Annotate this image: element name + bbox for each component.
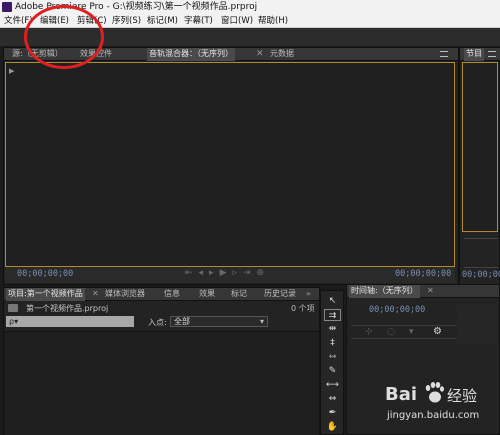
watermark-brand: Bai: [385, 384, 418, 405]
menu-window[interactable]: 窗口(W): [221, 14, 253, 28]
premiere-app-icon: [2, 2, 12, 12]
project-close-icon[interactable]: ✕: [90, 288, 101, 301]
project-tab-bar: 项目:第一个视频作品 ✕ 媒体浏览器 信息 效果 标记 历史记录 »: [4, 288, 319, 301]
timeline-ruler[interactable]: [457, 305, 497, 345]
close-icon[interactable]: ✕: [254, 48, 266, 61]
in-point-label: 入点:: [148, 318, 167, 327]
tools-panel: ↖ ⇉ ⇹ ‡ ⇿ ✎ ⟷ ⇔ ✒ ✋: [320, 290, 344, 435]
source-timecode-right[interactable]: 00;00;00;00: [395, 269, 451, 279]
track-select-tool-icon[interactable]: ⇉: [324, 309, 341, 321]
watermark-brand2: 经验: [447, 387, 478, 405]
watermark-url: jingyan.baidu.com: [387, 410, 480, 421]
marker-icon[interactable]: ▾: [409, 327, 414, 337]
folder-icon: [8, 304, 18, 312]
highlight-circle-annotation: [24, 5, 104, 69]
tab-effects[interactable]: 效果: [197, 288, 217, 301]
program-tab-bar: 节目: [460, 48, 500, 61]
transport-controls-icon[interactable]: ⇤◂▸▶▹⇥⊕: [185, 268, 270, 278]
paw-icon: [424, 382, 444, 404]
monitor-viewport: ▶: [5, 62, 455, 267]
tab-program[interactable]: 节目: [464, 48, 484, 61]
timeline-close-icon[interactable]: ✕: [425, 285, 436, 298]
overflow-icon[interactable]: »: [304, 288, 313, 301]
menu-marker[interactable]: 标记(M): [147, 14, 178, 28]
tab-metadata[interactable]: 元数据: [268, 48, 296, 61]
monitor-controls: 00;00;00;00 ⇤◂▸▶▹⇥⊕ 00;00;00;00: [5, 267, 455, 283]
source-timecode-left[interactable]: 00;00;00;00: [17, 269, 73, 279]
tab-audio-mixer[interactable]: 音轨混合器：（无序列）: [147, 48, 235, 61]
search-input[interactable]: ρ▾: [6, 316, 134, 327]
tab-info[interactable]: 信息: [162, 288, 182, 301]
project-panel: 项目:第一个视频作品 ✕ 媒体浏览器 信息 效果 标记 历史记录 » 第一个视频…: [3, 287, 320, 435]
ripple-edit-tool-icon[interactable]: ⇹: [324, 323, 341, 335]
tab-timeline[interactable]: 时间轴:（无序列）: [349, 285, 420, 298]
menu-sequence[interactable]: 序列(S): [112, 14, 141, 28]
play-triangle-icon[interactable]: ▶: [9, 67, 14, 75]
project-bin-area[interactable]: [4, 331, 319, 435]
baidu-jingyan-watermark: Bai 经验 jingyan.baidu.com: [385, 382, 497, 432]
item-count: 0 个项: [291, 304, 315, 313]
panel-menu-icon[interactable]: [440, 51, 448, 57]
pen-tool-icon[interactable]: ✒: [324, 407, 341, 419]
rate-stretch-tool-icon[interactable]: ⇿: [324, 351, 341, 363]
project-file-name: 第一个视频作品.prproj: [26, 304, 109, 313]
program-timecode[interactable]: 00;00;00;00: [462, 270, 500, 280]
rolling-edit-tool-icon[interactable]: ‡: [324, 337, 341, 349]
chevron-down-icon: ▾: [259, 317, 264, 326]
tab-history[interactable]: 历史记录: [262, 288, 298, 301]
in-point-value: 全部: [174, 317, 190, 326]
snap-icon[interactable]: ⊹: [365, 327, 373, 337]
program-panel-menu-icon[interactable]: [488, 51, 496, 57]
program-viewport: [462, 62, 498, 232]
menu-help[interactable]: 帮助(H): [258, 14, 288, 28]
slip-tool-icon[interactable]: ⟷: [324, 379, 341, 391]
menu-title[interactable]: 字幕(T): [184, 14, 213, 28]
razor-tool-icon[interactable]: ✎: [324, 365, 341, 377]
tab-markers[interactable]: 标记: [229, 288, 249, 301]
selection-tool-icon[interactable]: ↖: [324, 295, 341, 307]
in-point-select[interactable]: 全部 ▾: [170, 316, 268, 327]
slide-tool-icon[interactable]: ⇔: [324, 393, 341, 405]
program-monitor-panel: 节目 00;00;00;00: [459, 47, 500, 285]
hand-tool-icon[interactable]: ✋: [324, 421, 341, 433]
wrench-icon[interactable]: ⚙: [433, 326, 442, 337]
link-icon[interactable]: ◌: [387, 327, 395, 337]
tab-project[interactable]: 项目:第一个视频作品: [6, 288, 85, 301]
program-scrub-area[interactable]: [464, 238, 498, 268]
timeline-tab-bar: 时间轴:（无序列） ✕: [347, 285, 499, 298]
tab-media-browser[interactable]: 媒体浏览器: [103, 288, 147, 301]
timeline-timecode[interactable]: 00;00;00;00: [369, 305, 425, 315]
